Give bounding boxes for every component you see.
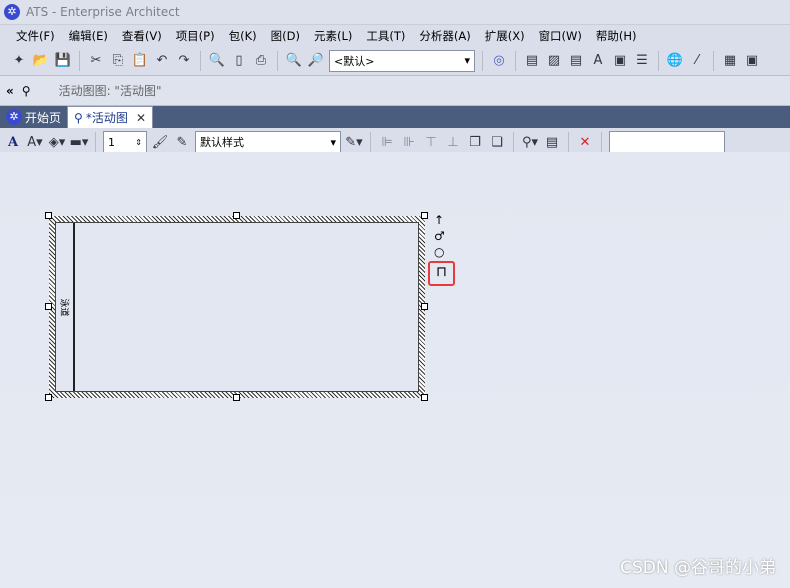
font-icon[interactable]: A	[589, 52, 607, 70]
search-input[interactable]	[609, 131, 725, 153]
line-width-stepper[interactable]: 1 ⇕	[103, 131, 147, 153]
link-icon[interactable]: ♂	[434, 229, 445, 243]
resize-handle[interactable]	[45, 394, 52, 401]
style-combo[interactable]: 默认样式 ▾	[195, 131, 341, 153]
menu-item[interactable]: 文件(F)	[16, 28, 55, 44]
menu-item[interactable]: 帮助(H)	[596, 28, 637, 44]
align-bottom-icon[interactable]: ⊥	[444, 133, 462, 151]
close-icon[interactable]: ✕	[136, 111, 146, 125]
cut-icon[interactable]: ✂	[87, 52, 105, 70]
resize-handle[interactable]	[45, 303, 52, 310]
gradient-icon[interactable]: ▨	[545, 52, 563, 70]
list-icon[interactable]: ☰	[633, 52, 651, 70]
menu-item[interactable]: 元素(L)	[314, 28, 352, 44]
properties-icon[interactable]: ▤	[543, 133, 561, 151]
copy-icon[interactable]: ⎘	[109, 52, 127, 70]
ea-logo-icon: ✲	[4, 4, 20, 20]
menu-item[interactable]: 窗口(W)	[539, 28, 582, 44]
resize-handle[interactable]	[233, 212, 240, 219]
globe-icon[interactable]: 🌐	[666, 52, 684, 70]
line-color-icon[interactable]: ▬▾	[70, 133, 89, 151]
title-bar: ✲ ATS - Enterprise Architect	[0, 0, 790, 24]
breadcrumb-text: 活动图图: "活动图"	[58, 84, 162, 98]
search-model-icon[interactable]: 🔎	[307, 52, 325, 70]
help-icon[interactable]: ◎	[490, 52, 508, 70]
highlight-box	[428, 261, 455, 286]
tab-bar: ✲ 开始页 ⚲ *活动图 ✕	[0, 106, 790, 128]
resize-handle[interactable]	[45, 212, 52, 219]
resize-handle[interactable]	[233, 394, 240, 401]
document-icon[interactable]: ▤	[567, 52, 585, 70]
save-icon[interactable]: 💾	[54, 52, 72, 70]
element-icon[interactable]: ▤	[523, 52, 541, 70]
eyedropper-icon[interactable]: ✎	[173, 133, 191, 151]
tab-start-page[interactable]: ✲ 开始页	[0, 106, 67, 128]
bring-front-icon[interactable]: ❐	[466, 133, 484, 151]
magnifier-icon[interactable]: ○	[434, 245, 444, 259]
print-icon[interactable]: ⎙	[252, 52, 270, 70]
resize-handle[interactable]	[421, 212, 428, 219]
page-icon[interactable]: ▯	[230, 52, 248, 70]
quick-link-arrow-icon[interactable]: ↑	[434, 213, 444, 227]
connector-icon[interactable]: ⁄	[688, 52, 706, 70]
highlight-icon[interactable]: ✎▾	[345, 133, 363, 151]
fill-color-icon[interactable]: ◈▾	[48, 133, 66, 151]
layout-icon[interactable]: ▦	[721, 52, 739, 70]
activity-diagram-icon: ⚲	[74, 110, 83, 125]
delete-icon[interactable]: ✕	[576, 133, 594, 151]
font-icon[interactable]: A	[4, 133, 22, 151]
perspective-combo[interactable]: <默认> ▾	[329, 49, 475, 72]
send-back-icon[interactable]: ❏	[488, 133, 506, 151]
menu-item[interactable]: 工具(T)	[366, 28, 405, 44]
breadcrumb: « ⚲ 活动图图: "活动图"	[0, 76, 790, 106]
paste-icon[interactable]: 📋	[131, 52, 149, 70]
watermark: CSDN @谷哥的小弟	[620, 558, 776, 578]
menu-item[interactable]: 编辑(E)	[69, 28, 108, 44]
ea-logo-icon: ✲	[6, 109, 22, 125]
menu-item[interactable]: 扩展(X)	[485, 28, 525, 44]
menu-item[interactable]: 查看(V)	[122, 28, 162, 44]
collapse-icon[interactable]: «	[6, 84, 14, 98]
find-icon[interactable]: 🔍	[208, 52, 226, 70]
align-right-icon[interactable]: ⊪	[400, 133, 418, 151]
tab-activity-diagram[interactable]: ⚲ *活动图 ✕	[67, 106, 154, 128]
open-icon[interactable]: 📂	[32, 52, 50, 70]
main-toolbar: ✦ 📂 💾 ✂ ⎘ 📋 ↶ ↷ 🔍 ▯ ⎙ 🔍 🔎 <默认> ▾ ◎ ▤ ▨ ▤ …	[0, 46, 790, 76]
layout-diagram-icon[interactable]: ⚲▾	[521, 133, 539, 151]
font-color-icon[interactable]: A▾	[26, 133, 44, 151]
diagram-props-icon[interactable]: ▣	[611, 52, 629, 70]
window-icon[interactable]: ▣	[743, 52, 761, 70]
menu-item[interactable]: 图(D)	[271, 28, 300, 44]
align-top-icon[interactable]: ⊤	[422, 133, 440, 151]
undo-icon[interactable]: ↶	[153, 52, 171, 70]
menu-bar: 文件(F) 编辑(E) 查看(V) 项目(P) 包(K) 图(D) 元素(L) 工具(T) 分析…	[0, 24, 790, 46]
menu-item[interactable]: 项目(P)	[176, 28, 215, 44]
menu-item[interactable]: 分析器(A)	[419, 28, 470, 44]
menu-item[interactable]: 包(K)	[229, 28, 257, 44]
activity-partition[interactable]: 泳道	[49, 216, 425, 398]
resize-handle[interactable]	[421, 303, 428, 310]
new-icon[interactable]: ✦	[10, 52, 28, 70]
partition-header: 泳道	[56, 223, 75, 391]
resize-handle[interactable]	[421, 394, 428, 401]
align-left-icon[interactable]: ⊫	[378, 133, 396, 151]
brush-icon[interactable]: 🖌	[151, 133, 169, 151]
search-diagram-icon[interactable]: 🔍	[285, 52, 303, 70]
window-title: ATS - Enterprise Architect	[26, 5, 180, 19]
activity-diagram-icon: ⚲	[21, 83, 31, 98]
redo-icon[interactable]: ↷	[175, 52, 193, 70]
